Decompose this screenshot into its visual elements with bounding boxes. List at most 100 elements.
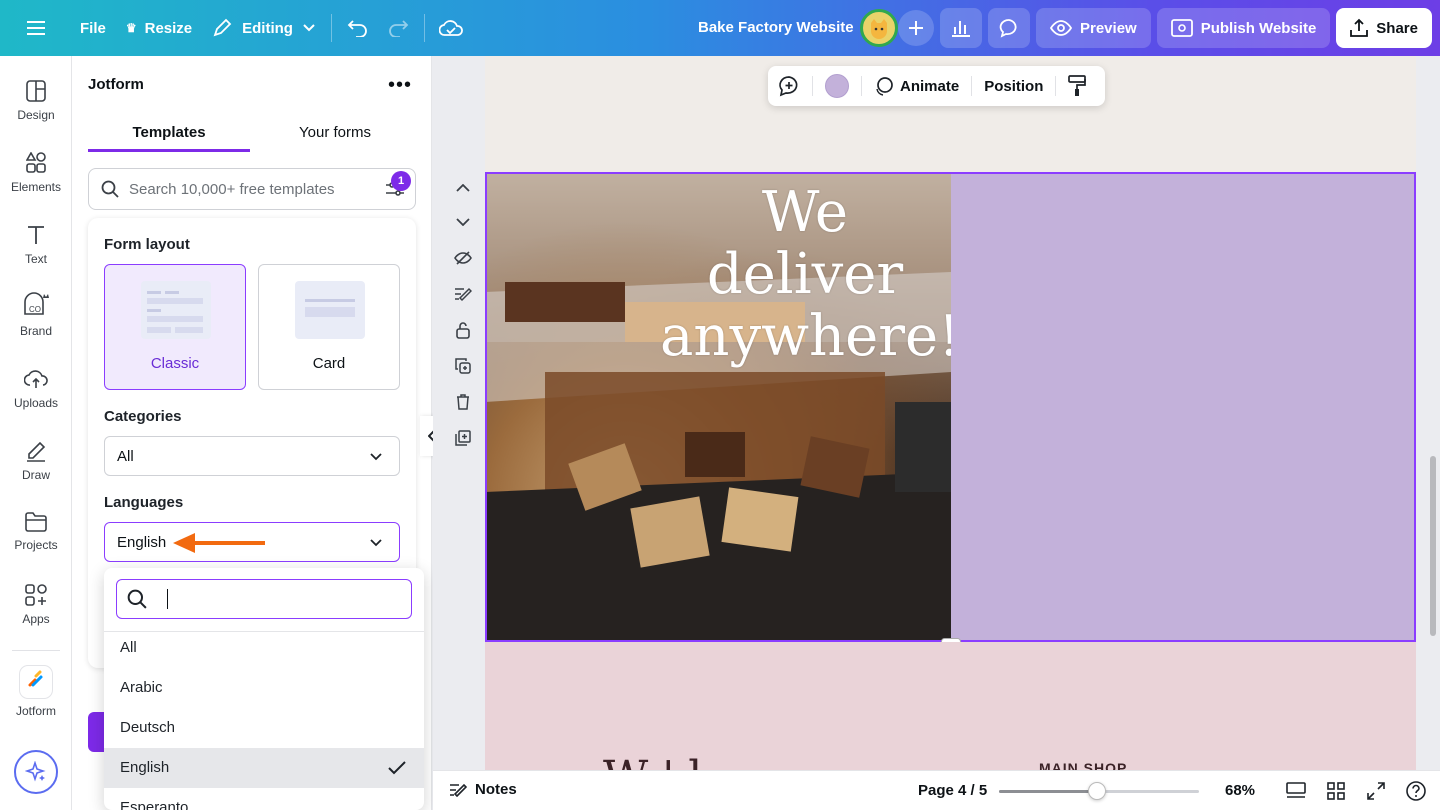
rail-item-elements[interactable]: Elements [0,152,72,194]
file-menu[interactable]: File [70,8,116,48]
left-rail: Design Elements Text CO Brand Uploads Dr… [0,56,72,810]
tab-your-forms[interactable]: Your forms [254,114,416,152]
editing-mode-button[interactable]: Editing [202,8,325,48]
design-canvas[interactable]: We deliver anywhere! W ' l MAIN SHOP Ani… [433,56,1440,770]
language-option[interactable]: Arabic [104,668,424,708]
add-collaborator-button[interactable] [898,10,934,46]
color-swatch[interactable] [825,74,849,98]
jotform-logo-icon [20,666,52,698]
zoom-level[interactable]: 68% [1225,782,1255,799]
insights-button[interactable] [940,8,982,48]
rail-item-jotform[interactable]: Jotform [0,666,72,718]
language-option[interactable]: Deutsch [104,708,424,748]
context-toolbar: Animate Position [768,66,1105,106]
fullscreen-icon[interactable] [1365,780,1387,802]
hide-page-icon[interactable] [453,248,473,268]
text-icon [28,226,44,244]
rail-label: Projects [14,538,58,552]
orange-arrow-annotation-icon [173,533,265,553]
chevron-down-icon [370,539,382,547]
divider [1055,76,1057,96]
position-button[interactable]: Position [984,78,1043,95]
page-indicator[interactable]: Page 4 / 5 [918,782,987,799]
page-view-icon[interactable] [1285,780,1307,802]
divider [330,14,332,42]
duplicate-page-icon[interactable] [453,356,473,376]
language-option[interactable]: Esperanto [104,788,424,810]
divider [12,650,60,651]
design-title[interactable]: Bake Factory Website [698,19,854,36]
rail-label: Brand [19,324,53,338]
share-button[interactable]: Share [1336,8,1432,48]
rail-item-text[interactable]: Text [0,224,72,266]
create-form-button[interactable] [88,712,104,752]
rail-label: Jotform [15,704,56,718]
paint-roller-icon[interactable] [1068,75,1087,97]
languages-value: English [117,533,167,551]
design-icon [26,80,46,102]
add-comment-icon[interactable] [778,75,800,97]
elements-icon [26,152,46,173]
page-section-bottom[interactable]: W ' l MAIN SHOP [485,642,1416,770]
more-options-icon[interactable]: ••• [388,74,412,97]
categories-label: Categories [104,408,182,425]
edit-notes-icon[interactable] [453,284,473,304]
rail-item-draw[interactable]: Draw [0,440,72,482]
help-icon[interactable] [1405,780,1427,802]
animate-button[interactable]: Animate [874,76,959,96]
resize-button[interactable]: ♛ Resize [116,8,202,48]
language-option[interactable]: All [104,628,424,668]
undo-icon[interactable] [338,8,378,48]
delete-page-icon[interactable] [453,392,473,412]
upload-share-icon [1350,18,1369,37]
rail-item-projects[interactable]: Projects [0,512,72,552]
panel-title: Jotform [88,76,144,93]
publish-website-button[interactable]: Publish Website [1156,8,1331,48]
language-search-input[interactable] [116,579,412,619]
categories-select[interactable]: All [104,436,400,476]
rail-item-uploads[interactable]: Uploads [0,368,72,410]
notes-label: Notes [475,781,517,798]
rail-item-apps[interactable]: Apps [0,584,72,626]
cloud-saved-icon[interactable] [431,8,471,48]
divider [861,76,862,96]
magic-assistant-button[interactable] [14,750,58,794]
pencil-icon [213,18,232,37]
canvas-scrollbar[interactable] [1430,456,1436,636]
comments-button[interactable] [988,8,1030,48]
checkmark-icon [388,761,406,775]
preview-button[interactable]: Preview [1036,8,1151,48]
redo-icon[interactable] [378,8,418,48]
website-icon [1170,19,1193,37]
lock-icon[interactable] [453,320,473,340]
rail-label: Elements [10,180,62,194]
layout-name: Classic [150,355,200,372]
language-option-selected[interactable]: English [104,748,424,788]
zoom-slider[interactable] [999,782,1199,800]
card-thumbnail [295,281,365,339]
rail-item-design[interactable]: Design [0,80,72,122]
rail-item-brand[interactable]: CO Brand [0,292,72,338]
tab-templates[interactable]: Templates [88,114,250,152]
publish-label: Publish Website [1200,19,1317,37]
search-icon [127,589,147,609]
add-page-icon[interactable] [453,428,473,448]
layout-option-card[interactable]: Card [258,264,400,390]
languages-select[interactable]: English [104,522,400,562]
template-search-input[interactable]: Search 10,000+ free templates 1 [88,168,416,210]
zoom-slider-knob[interactable] [1088,782,1106,800]
sparkle-icon [25,761,46,782]
rail-label: Text [24,252,47,266]
notes-button[interactable]: Notes [449,781,517,798]
menu-icon[interactable] [16,8,56,48]
move-page-down-icon[interactable] [453,212,473,232]
share-label: Share [1376,19,1418,37]
avatar[interactable] [860,9,898,47]
rail-label: Draw [21,468,50,482]
language-option-label: English [120,759,170,776]
cat-avatar-icon [871,19,887,39]
move-page-up-icon[interactable] [453,178,473,198]
grid-view-icon[interactable] [1325,780,1347,802]
layout-option-classic[interactable]: Classic [104,264,246,390]
chevron-down-icon [370,453,382,461]
